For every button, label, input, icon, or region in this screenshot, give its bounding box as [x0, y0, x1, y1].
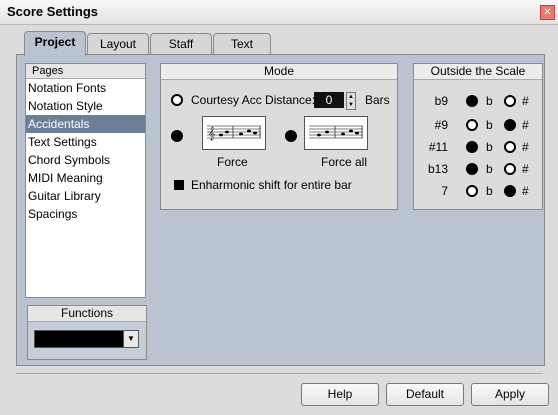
- help-button[interactable]: Help: [301, 383, 379, 406]
- sharp-label: #: [522, 162, 529, 176]
- scale-degree-label: b13: [427, 162, 448, 176]
- flat-radio[interactable]: [466, 141, 478, 153]
- sharp-radio[interactable]: [504, 95, 516, 107]
- courtesy-value-field[interactable]: 0: [314, 92, 344, 108]
- sharp-radio[interactable]: [504, 185, 516, 197]
- outside-scale-panel: Outside the Scale b9 b # #9 b # #11 b # b13 b #7 b #: [413, 63, 543, 210]
- sharp-label: #: [522, 184, 529, 198]
- courtesy-label: Courtesy Acc Distance:: [191, 93, 316, 107]
- flat-radio[interactable]: [466, 95, 478, 107]
- scale-degree-label: b9: [434, 94, 448, 108]
- svg-text:𝄞: 𝄞: [208, 126, 215, 140]
- functions-panel: Functions ▼: [27, 305, 147, 360]
- chevron-down-icon[interactable]: ▼: [123, 331, 138, 347]
- functions-header: Functions: [28, 306, 146, 322]
- flat-label: b: [486, 118, 493, 132]
- scale-row: b13 b #: [414, 160, 542, 178]
- force-notation-image: 𝄞: [202, 116, 266, 150]
- tab-label: Staff: [168, 37, 194, 51]
- flat-label: b: [486, 184, 493, 198]
- courtesy-stepper[interactable]: ▲ ▼: [346, 92, 356, 110]
- sharp-radio[interactable]: [504, 163, 516, 175]
- force-radio[interactable]: [171, 130, 183, 142]
- sharp-label: #: [522, 140, 529, 154]
- divider: [16, 373, 543, 374]
- list-item-selected[interactable]: Accidentals: [26, 115, 145, 133]
- list-item[interactable]: Guitar Library: [26, 187, 145, 205]
- apply-button[interactable]: Apply: [471, 383, 549, 406]
- sharp-radio[interactable]: [504, 119, 516, 131]
- tab-label: Text: [230, 37, 253, 51]
- outside-scale-header: Outside the Scale: [414, 64, 542, 80]
- flat-label: b: [486, 140, 493, 154]
- scale-row: b9 b #: [414, 92, 542, 110]
- list-item[interactable]: Notation Fonts: [26, 79, 145, 97]
- sharp-radio[interactable]: [504, 141, 516, 153]
- sharp-label: #: [522, 118, 529, 132]
- list-item[interactable]: Spacings: [26, 205, 145, 223]
- sharp-label: #: [522, 94, 529, 108]
- list-item[interactable]: Text Settings: [26, 133, 145, 151]
- mode-header: Mode: [161, 64, 397, 80]
- scale-degree-label: #11: [428, 140, 448, 154]
- mode-panel: Mode Courtesy Acc Distance: 0 ▲ ▼ Bars 𝄞 …: [160, 63, 398, 210]
- tab-label: Layout: [99, 37, 137, 51]
- default-button[interactable]: Default: [386, 383, 464, 406]
- scale-row: 7 b #: [414, 182, 542, 200]
- window-title: Score Settings: [7, 4, 99, 19]
- force-all-notation-icon: [309, 125, 363, 139]
- pages-header: Pages: [26, 64, 145, 79]
- list-item[interactable]: Notation Style: [26, 97, 145, 115]
- tab-project[interactable]: Project: [24, 31, 86, 56]
- scale-row: #9 b #: [414, 116, 542, 134]
- functions-dropdown[interactable]: ▼: [34, 330, 139, 348]
- tab-staff[interactable]: Staff: [150, 33, 212, 56]
- force-all-radio[interactable]: [285, 130, 297, 142]
- close-icon[interactable]: ✕: [540, 5, 555, 20]
- flat-radio[interactable]: [466, 163, 478, 175]
- flat-label: b: [486, 162, 493, 176]
- tab-text[interactable]: Text: [213, 33, 271, 56]
- flat-radio[interactable]: [466, 185, 478, 197]
- force-label: Force: [217, 155, 248, 169]
- courtesy-radio[interactable]: [171, 94, 183, 106]
- flat-radio[interactable]: [466, 119, 478, 131]
- list-item[interactable]: Chord Symbols: [26, 151, 145, 169]
- force-all-label: Force all: [321, 155, 368, 169]
- enharmonic-checkbox[interactable]: [174, 180, 184, 190]
- tab-layout[interactable]: Layout: [87, 33, 149, 56]
- enharmonic-label: Enharmonic shift for entire bar: [191, 178, 352, 192]
- pages-list: Pages Notation Fonts Notation Style Acci…: [25, 63, 146, 298]
- flat-label: b: [486, 94, 493, 108]
- force-all-notation-image: [304, 116, 368, 150]
- scale-degree-label: #9: [434, 118, 448, 132]
- title-bar: Score Settings ✕: [0, 0, 558, 25]
- scale-row: #11 b #: [414, 138, 542, 156]
- bars-label: Bars: [365, 93, 390, 107]
- tab-label: Project: [34, 35, 76, 49]
- score-settings-window: Score Settings ✕ Project Layout Staff Te…: [0, 0, 558, 415]
- force-notation-icon: 𝄞: [207, 125, 261, 140]
- list-item[interactable]: MIDI Meaning: [26, 169, 145, 187]
- scale-degree-label: 7: [441, 184, 448, 198]
